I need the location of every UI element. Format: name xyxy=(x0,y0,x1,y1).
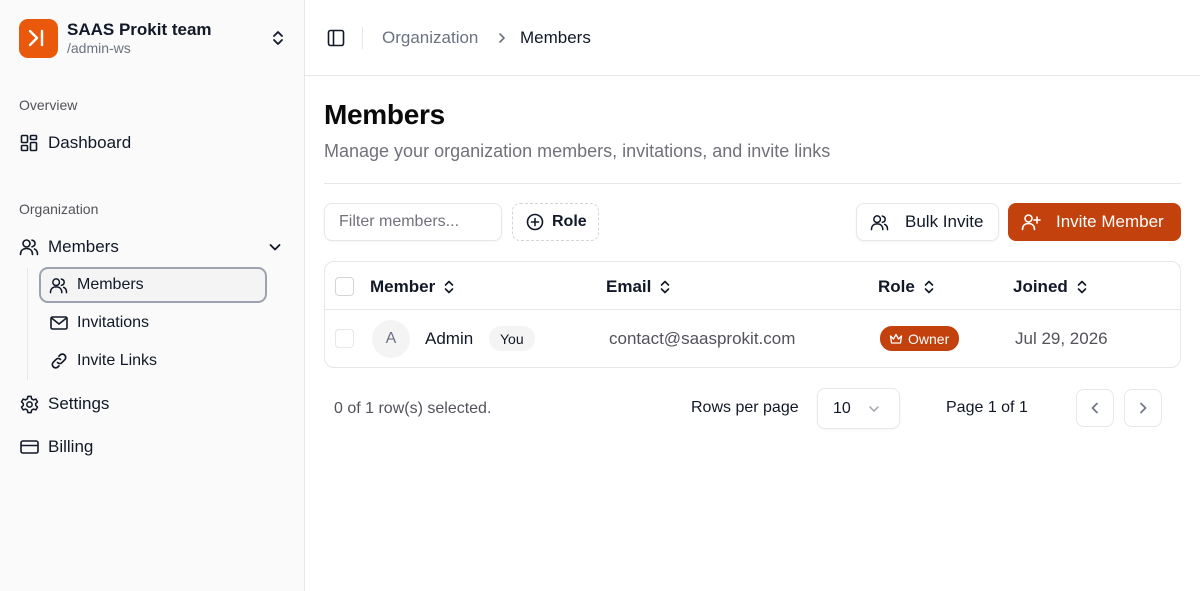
dashboard-icon xyxy=(19,133,39,153)
avatar: A xyxy=(372,320,410,358)
sidebar-toggle-icon[interactable] xyxy=(325,27,347,49)
chevron-down-icon xyxy=(867,401,883,417)
page-info: Page 1 of 1 xyxy=(946,399,1028,416)
mail-icon xyxy=(49,314,68,333)
column-header-email[interactable]: Email xyxy=(606,277,675,297)
previous-page-button[interactable] xyxy=(1076,389,1114,427)
chevron-down-icon[interactable] xyxy=(265,237,285,257)
select-all-checkbox[interactable] xyxy=(335,277,354,296)
breadcrumb-current: Members xyxy=(520,28,591,47)
users-icon xyxy=(870,212,890,232)
bulk-invite-button[interactable]: Bulk Invite xyxy=(856,203,999,241)
you-badge: You xyxy=(489,326,535,351)
next-page-button[interactable] xyxy=(1124,389,1162,427)
column-header-label: Role xyxy=(878,277,915,296)
sidebar-item-dashboard[interactable]: Dashboard xyxy=(19,128,131,158)
sidebar-item-settings[interactable]: Settings xyxy=(19,389,109,419)
table-header: Member Email Role Joined xyxy=(325,262,1180,310)
sort-icon xyxy=(659,279,675,295)
sidebar-group-members[interactable]: Members xyxy=(19,232,287,262)
organization-label: Organization xyxy=(19,201,99,217)
submenu-line xyxy=(27,268,28,380)
sort-icon xyxy=(1076,279,1092,295)
column-header-joined[interactable]: Joined xyxy=(1013,277,1092,297)
selected-count: 0 of 1 row(s) selected. xyxy=(334,400,492,417)
member-name: Admin xyxy=(425,329,474,348)
column-header-label: Joined xyxy=(1013,277,1068,296)
filter-members-input[interactable] xyxy=(324,203,502,241)
users-icon xyxy=(49,276,68,295)
sidebar-item-billing[interactable]: Billing xyxy=(19,432,93,462)
member-email: contact@saasprokit.com xyxy=(609,329,796,348)
page-title: Members xyxy=(324,99,445,130)
invite-member-label: Invite Member xyxy=(1056,212,1164,231)
sort-icon xyxy=(923,279,939,295)
overview-label: Overview xyxy=(19,97,78,113)
sidebar: SAAS Prokit team /admin-ws Overview Dash… xyxy=(0,0,305,591)
column-header-member[interactable]: Member xyxy=(370,277,459,297)
sidebar-item-invitations[interactable]: Invitations xyxy=(39,305,267,341)
gear-icon xyxy=(19,394,39,414)
sidebar-item-label: Invitations xyxy=(77,314,150,331)
role-filter-label: Role xyxy=(552,213,587,230)
page-subtitle: Manage your organization members, invita… xyxy=(324,141,831,161)
crown-icon xyxy=(889,332,903,346)
chevron-right-icon xyxy=(1140,402,1147,414)
role-badge-label: Owner xyxy=(908,330,950,347)
sidebar-item-label: Billing xyxy=(48,437,94,456)
members-table: Member Email Role Joined A Admin You con… xyxy=(324,261,1181,368)
top-bar: Organization Members xyxy=(305,0,1200,76)
invite-member-button[interactable]: Invite Member xyxy=(1008,203,1181,241)
users-icon xyxy=(19,237,39,257)
column-header-label: Member xyxy=(370,277,436,296)
chevron-left-icon xyxy=(1091,402,1098,414)
table-row[interactable]: A Admin You contact@saasprokit.com Owner… xyxy=(325,310,1180,367)
sidebar-item-label: Invite Links xyxy=(77,352,158,369)
bulk-invite-label: Bulk Invite xyxy=(905,212,984,231)
row-checkbox[interactable] xyxy=(335,329,354,348)
sidebar-item-label: Dashboard xyxy=(48,133,132,152)
chevron-right-icon xyxy=(495,30,509,46)
column-header-label: Email xyxy=(606,277,652,296)
breadcrumb-organization[interactable]: Organization xyxy=(382,28,478,48)
sidebar-item-invite-links[interactable]: Invite Links xyxy=(39,343,267,379)
role-filter-button[interactable]: Role xyxy=(512,203,599,241)
role-badge: Owner xyxy=(880,326,960,351)
column-header-role[interactable]: Role xyxy=(878,277,939,297)
team-switcher[interactable]: SAAS Prokit team /admin-ws xyxy=(19,18,287,58)
rows-per-page-select[interactable]: 10 xyxy=(817,388,900,429)
user-plus-icon xyxy=(1021,212,1041,232)
plus-circle-icon xyxy=(526,213,544,231)
rows-per-page-value: 10 xyxy=(833,399,851,417)
link-icon xyxy=(49,352,68,371)
credit-card-icon xyxy=(19,437,39,457)
rows-per-page-label: Rows per page xyxy=(691,399,799,416)
team-slug: /admin-ws xyxy=(67,40,131,56)
member-joined: Jul 29, 2026 xyxy=(1015,329,1108,348)
chevrons-up-down-icon[interactable] xyxy=(269,27,287,49)
header-divider xyxy=(362,27,363,49)
sort-icon xyxy=(443,279,459,295)
sidebar-item-label: Settings xyxy=(48,394,110,413)
team-logo-icon xyxy=(19,18,58,58)
content-divider xyxy=(324,183,1181,184)
team-name: SAAS Prokit team xyxy=(67,20,212,39)
sidebar-item-label: Members xyxy=(48,237,119,256)
sidebar-item-label: Members xyxy=(77,276,144,293)
sidebar-item-members[interactable]: Members xyxy=(39,267,267,303)
